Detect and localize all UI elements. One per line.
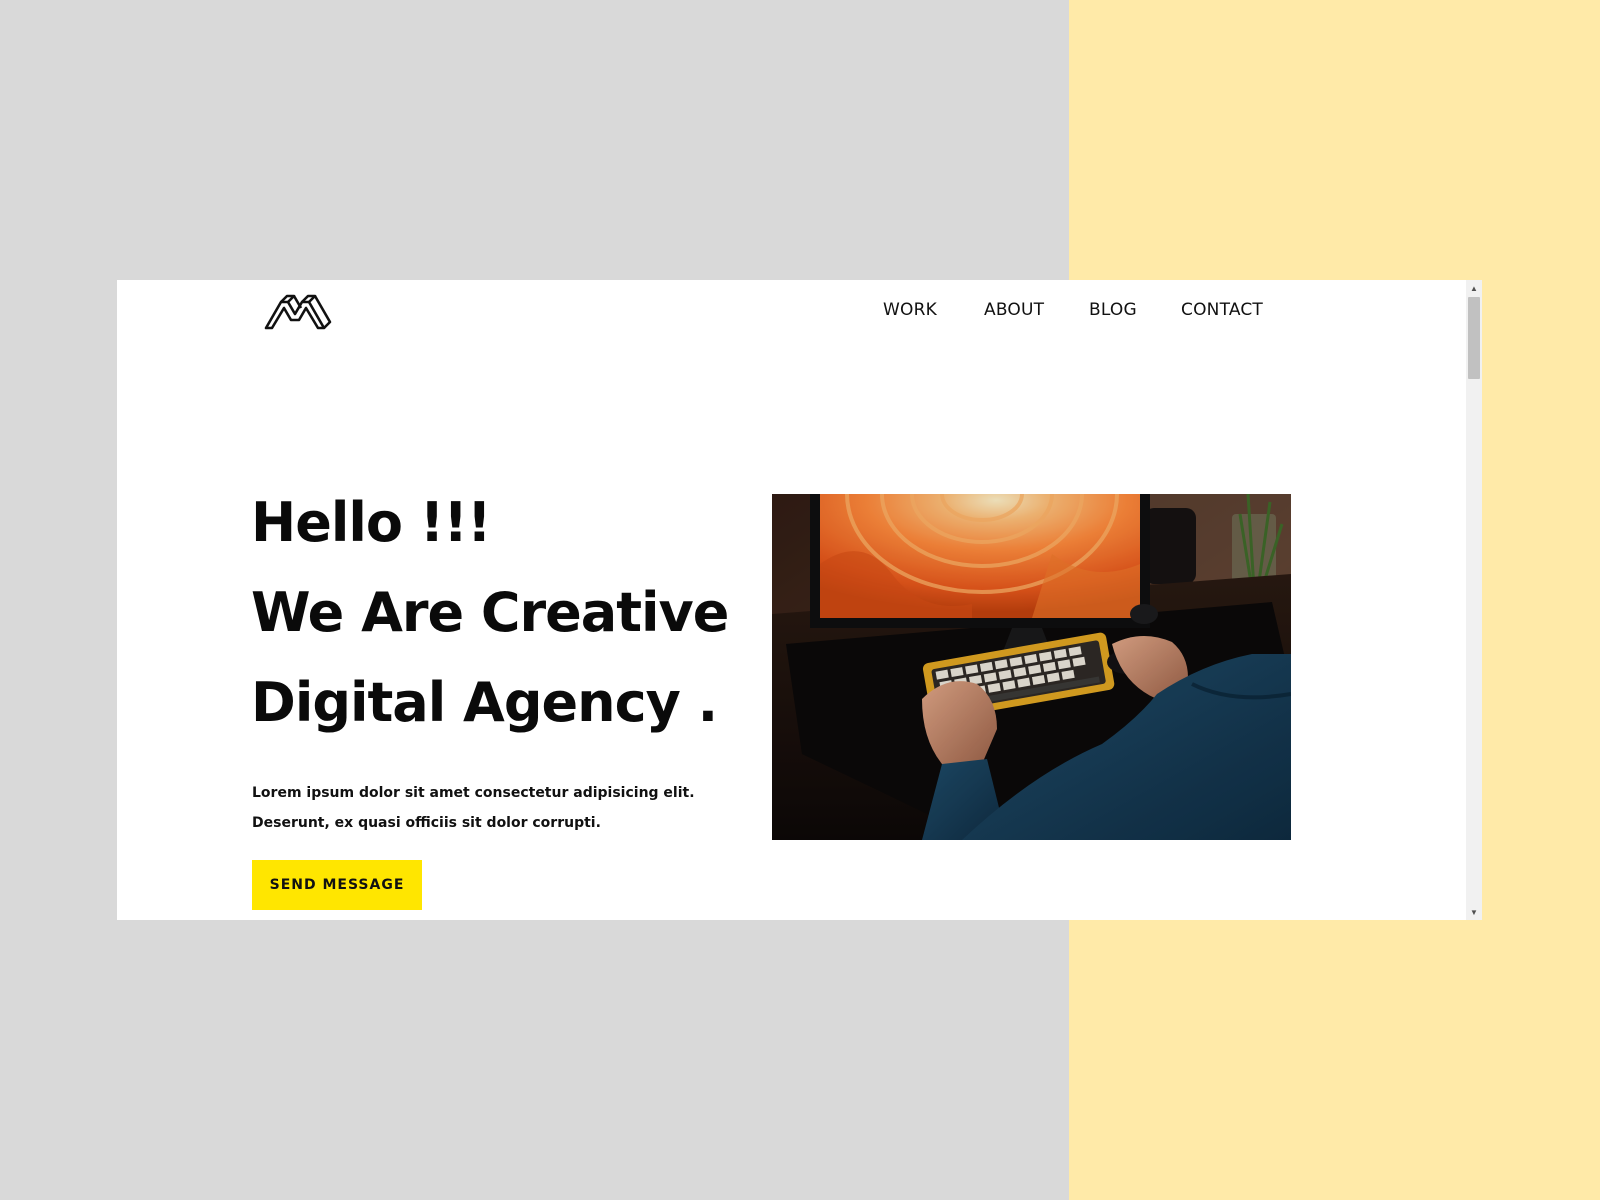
- headline-line-3: Digital Agency .: [251, 671, 718, 734]
- nav-item-blog[interactable]: BLOG: [1089, 300, 1137, 320]
- send-message-button[interactable]: SEND MESSAGE: [252, 860, 422, 910]
- nav-item-contact[interactable]: CONTACT: [1181, 300, 1263, 320]
- landing-page: WORK ABOUT BLOG CONTACT Hello !!! We Are…: [117, 280, 1466, 920]
- scrollbar-thumb[interactable]: [1468, 297, 1480, 379]
- headline-line-1: Hello !!!: [251, 491, 492, 554]
- main-nav: WORK ABOUT BLOG CONTACT: [117, 300, 1466, 324]
- hero-headline: Hello !!! We Are Creative Digital Agency…: [251, 478, 781, 748]
- hero-image: [772, 494, 1291, 840]
- vertical-scrollbar[interactable]: ▲ ▼: [1466, 280, 1482, 920]
- scroll-down-arrow-icon[interactable]: ▼: [1466, 904, 1482, 920]
- nav-item-work[interactable]: WORK: [883, 300, 937, 320]
- hero-description: Lorem ipsum dolor sit amet consectetur a…: [252, 785, 695, 831]
- nav-item-about[interactable]: ABOUT: [984, 300, 1044, 320]
- browser-window: WORK ABOUT BLOG CONTACT Hello !!! We Are…: [117, 280, 1482, 920]
- scroll-up-arrow-icon[interactable]: ▲: [1466, 280, 1482, 296]
- headline-line-2: We Are Creative: [251, 581, 729, 644]
